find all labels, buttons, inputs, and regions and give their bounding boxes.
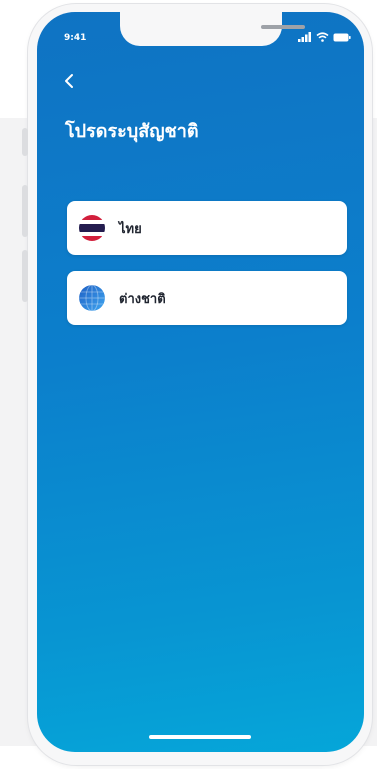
chevron-left-icon [65,74,73,88]
battery-icon [333,33,351,41]
back-button[interactable] [59,70,81,92]
option-label: ไทย [119,221,142,237]
option-label: ต่างชาติ [119,291,166,307]
phone-notch [120,12,305,46]
signal-icon [298,32,311,42]
phone-side-button [22,128,28,156]
speaker-grille [261,25,305,29]
nationality-option-foreign[interactable]: ต่างชาติ [67,271,347,325]
nationality-option-thai[interactable]: ไทย [67,201,347,255]
thai-flag-icon [79,215,105,241]
status-time: 9:41 [64,33,87,43]
home-indicator [149,735,251,739]
globe-icon [79,285,105,311]
page-title: โปรดระบุสัญชาติ [65,121,199,142]
app-screen: 9:41 โปรดระบุสัญชาติ ไทย ต่างชาติ [37,12,364,752]
status-icons [298,30,351,44]
phone-volume-down-button [22,250,28,302]
wifi-icon [316,32,329,42]
phone-volume-up-button [22,185,28,237]
